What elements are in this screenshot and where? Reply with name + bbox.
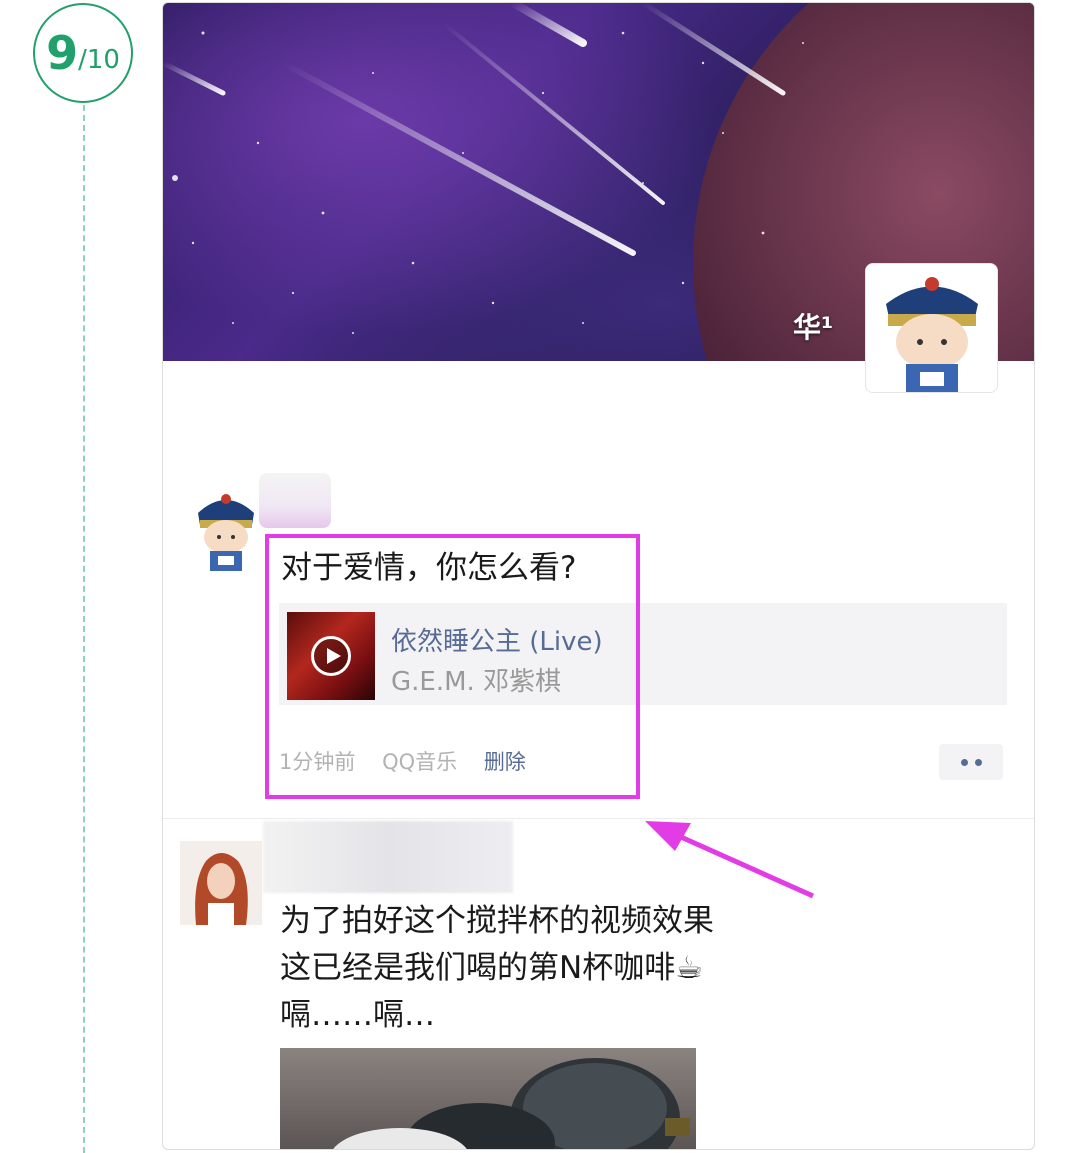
profile-avatar[interactable] [865, 263, 998, 393]
post-divider [163, 818, 1034, 819]
dot-icon [975, 759, 982, 766]
phone-screenshot: 华¹ 对于爱情，你怎么看? 依然睡公主 (Live) G.E.M. 邓紫棋 1分… [162, 2, 1035, 1150]
cartoon-avatar-icon [886, 277, 978, 392]
blurred-username[interactable] [259, 473, 331, 528]
meteor [280, 60, 636, 256]
post-photo[interactable] [280, 1048, 696, 1149]
blurred-username[interactable] [263, 821, 513, 893]
user-photo-icon [180, 841, 262, 925]
more-actions-button[interactable] [939, 744, 1003, 780]
arrow-head-icon [645, 821, 691, 851]
step-current: 9 [46, 26, 79, 80]
highlight-box [265, 534, 640, 799]
timeline-line [83, 105, 85, 1153]
meteor [441, 21, 665, 205]
dot-icon [961, 759, 968, 766]
post-avatar[interactable] [180, 841, 262, 925]
post-text: 为了拍好这个搅拌杯的视频效果 这已经是我们喝的第N杯咖啡☕ 嗝……嗝… [280, 903, 714, 1033]
step-badge: 9 /10 [33, 3, 133, 103]
meteor [640, 3, 786, 96]
meteor [509, 3, 587, 47]
step-total: /10 [78, 45, 120, 75]
profile-name: 华¹ [793, 311, 834, 344]
post-avatar[interactable] [190, 485, 262, 571]
cartoon-avatar-icon [198, 494, 254, 571]
cup-photo [333, 1058, 690, 1149]
meteor [163, 60, 226, 96]
